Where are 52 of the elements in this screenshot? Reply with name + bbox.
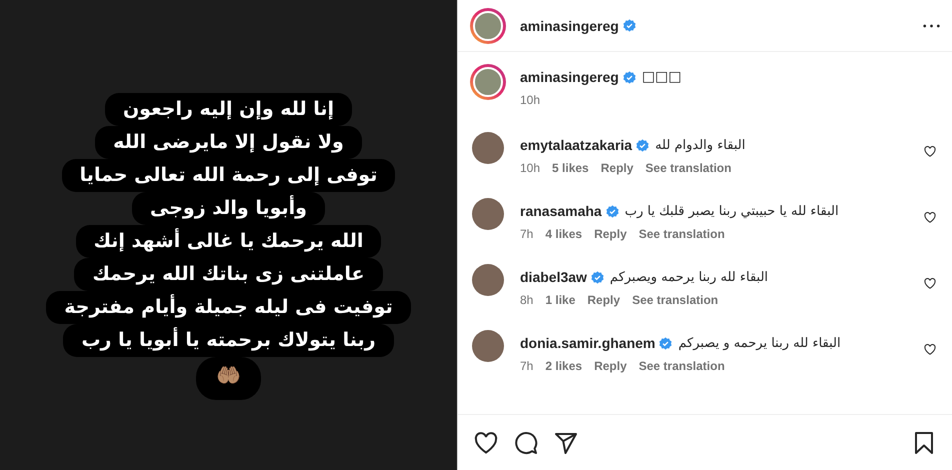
timestamp: 8h <box>520 293 534 307</box>
story-text-line: عاملتنى زى بناتك الله يرحمك <box>74 258 383 290</box>
caption-text: □□□ <box>642 69 682 85</box>
story-text-line: ولا نقول إلا مايرضى الله <box>95 126 362 158</box>
avatar[interactable] <box>472 330 504 362</box>
see-translation-link[interactable]: See translation <box>645 161 732 175</box>
timestamp: 7h <box>520 227 534 241</box>
timestamp: 10h <box>520 93 540 107</box>
timestamp: 7h <box>520 359 534 373</box>
share-icon[interactable] <box>554 430 578 454</box>
story-text-line: توفى إلى رحمة الله تعالى حمايا <box>62 158 396 192</box>
more-options-icon[interactable] <box>923 24 940 28</box>
story-emoji: 🤲🏽 <box>196 356 261 400</box>
reply-link[interactable]: Reply <box>587 293 620 307</box>
avatar[interactable] <box>472 198 504 230</box>
username[interactable]: aminasingereg <box>520 69 619 85</box>
username[interactable]: emytalaatzakaria <box>520 137 632 153</box>
like-icon[interactable] <box>924 212 936 223</box>
story-text-line: إنا لله وإن إليه راجعون <box>104 92 352 126</box>
reply-link[interactable]: Reply <box>600 161 634 175</box>
comment-text: البقاء لله ربنا يرحمه ويصبركم <box>610 270 768 284</box>
like-icon[interactable] <box>474 430 498 454</box>
likes-count[interactable]: 4 likes <box>545 227 582 241</box>
avatar[interactable] <box>470 64 506 100</box>
comment-text: البقاء لله ربنا يرحمه و يصبركم <box>678 336 841 350</box>
see-translation-link[interactable]: See translation <box>638 359 725 373</box>
comment-icon[interactable] <box>514 430 538 454</box>
reply-link[interactable]: Reply <box>594 359 627 373</box>
story-text-line: الله يرحمك يا غالى أشهد إنك <box>76 224 382 258</box>
username[interactable]: ranasamaha <box>520 203 602 219</box>
likes-count[interactable]: 2 likes <box>545 359 582 373</box>
bookmark-icon[interactable] <box>912 430 936 454</box>
username[interactable]: donia.samir.ghanem <box>520 335 656 351</box>
avatar[interactable] <box>472 264 504 296</box>
comment-text: البقاء والدوام لله <box>655 138 746 152</box>
see-translation-link[interactable]: See translation <box>632 293 718 307</box>
like-icon[interactable] <box>924 278 936 289</box>
story-text-line: وأبويا والد زوجى <box>132 192 325 224</box>
story-text-line: توفيت فى ليله جميلة وأيام مفترجة <box>46 290 411 324</box>
comment-text: البقاء لله يا حبيبتي ربنا يصبر قلبك يا رب <box>624 204 839 218</box>
likes-count[interactable]: 1 like <box>545 293 576 307</box>
timestamp: 10h <box>520 161 540 175</box>
avatar[interactable] <box>472 132 504 164</box>
like-icon[interactable] <box>924 344 936 355</box>
story-text-line: ربنا يتولاك برحمته يا أبويا يا رب <box>63 324 394 356</box>
see-translation-link[interactable]: See translation <box>638 227 725 241</box>
avatar[interactable] <box>470 8 506 44</box>
username[interactable]: aminasingereg <box>520 18 619 34</box>
likes-count[interactable]: 5 likes <box>552 161 589 175</box>
like-icon[interactable] <box>924 146 936 157</box>
username[interactable]: diabel3aw <box>520 269 587 285</box>
reply-link[interactable]: Reply <box>594 227 627 241</box>
